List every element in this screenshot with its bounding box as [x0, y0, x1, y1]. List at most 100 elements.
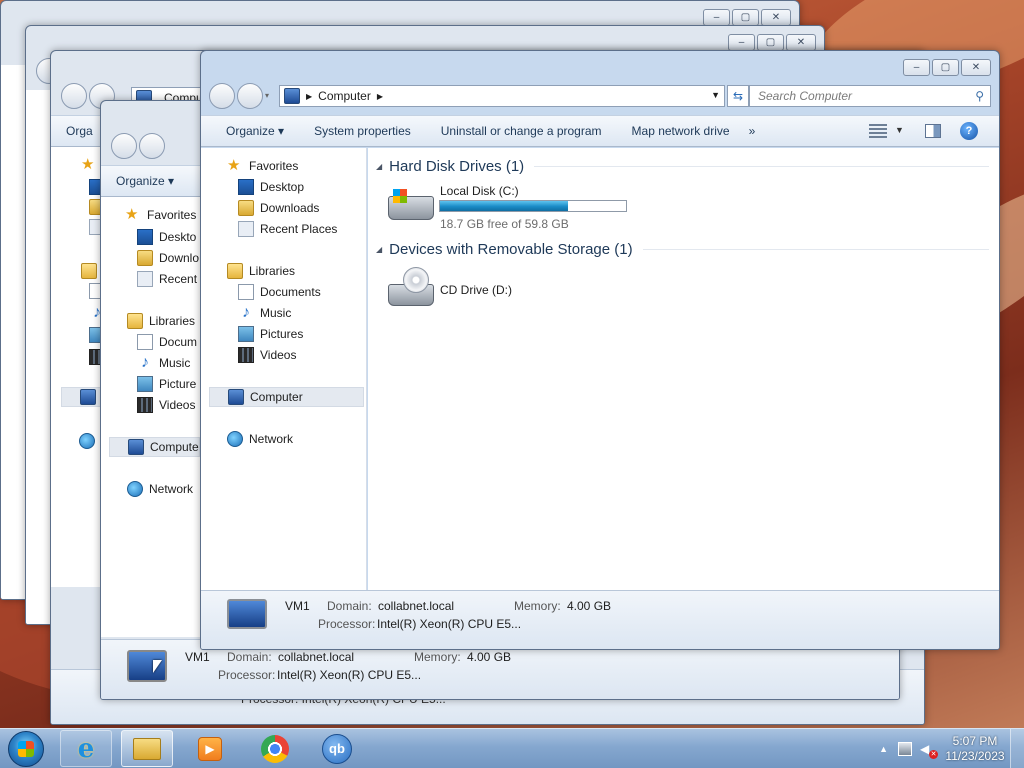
nav-label: Compute: [150, 440, 199, 454]
nav-favorites[interactable]: ★ Favorites: [125, 205, 200, 225]
nav-documents[interactable]: Docum: [137, 332, 200, 352]
libraries-icon: [227, 263, 243, 279]
minimize-button[interactable]: –: [728, 34, 755, 51]
nav-label: Downlo: [159, 251, 200, 265]
window-body: [26, 90, 51, 624]
help-icon[interactable]: ?: [960, 122, 978, 140]
start-button[interactable]: [8, 731, 44, 767]
nav-network[interactable]: Network: [227, 429, 366, 449]
computer-icon: [284, 88, 300, 104]
maximize-button[interactable]: ▢: [932, 59, 959, 76]
desktop-icon: [238, 179, 254, 195]
nav-recent[interactable]: Recent I: [137, 269, 200, 289]
collapse-arrow-icon: ◢: [376, 244, 383, 254]
nav-label: Picture: [159, 377, 197, 391]
content-area: ◢ Hard Disk Drives (1) Local Disk (C:) 1…: [368, 148, 999, 590]
volume-muted-icon[interactable]: ◀ ✕: [920, 742, 938, 759]
group-header-hdd[interactable]: ◢ Hard Disk Drives (1): [376, 156, 989, 176]
back-button[interactable]: [111, 133, 137, 159]
nav-pictures[interactable]: Pictures: [238, 324, 366, 344]
nav-videos[interactable]: Videos: [238, 345, 366, 365]
explorer-window[interactable]: – ▢ ✕ ▾ ▶ Computer ▶ ▼ ⇆ Search Computer…: [200, 50, 1000, 650]
refresh-button[interactable]: ⇆: [727, 85, 749, 107]
taskbar-qbittorrent[interactable]: qb: [311, 730, 363, 767]
system-tray: ▲ ◀ ✕ 5:07 PM 11/23/2023: [879, 729, 1024, 768]
nav-downloads[interactable]: Downloads: [238, 198, 366, 218]
organize-button[interactable]: Organize ▾: [201, 124, 299, 138]
nav-desktop[interactable]: Deskto: [137, 227, 200, 247]
nav-music[interactable]: ♪ Music: [238, 303, 366, 323]
back-button[interactable]: [209, 83, 235, 109]
minimize-button[interactable]: –: [703, 9, 730, 26]
nav-recent-places[interactable]: Recent Places: [238, 219, 366, 239]
nav-documents[interactable]: Documents: [238, 282, 366, 302]
drive-c[interactable]: Local Disk (C:) 18.7 GB free of 59.8 GB: [386, 180, 636, 231]
nav-music[interactable]: ♪ Music: [137, 353, 200, 373]
nav-pictures[interactable]: Picture: [137, 374, 200, 394]
command-bar: Organize ▾ System properties Uninstall o…: [201, 115, 999, 147]
drive-d[interactable]: CD Drive (D:): [386, 264, 636, 314]
maximize-button[interactable]: ▢: [757, 34, 784, 51]
maximize-button[interactable]: ▢: [732, 9, 759, 26]
address-bar[interactable]: ▶ Computer ▶ ▼: [279, 85, 725, 107]
nav-desktop[interactable]: Desktop: [238, 177, 366, 197]
cd-disc-icon: [403, 267, 429, 293]
clock-date: 11/23/2023: [945, 749, 1005, 763]
forward-button[interactable]: [237, 83, 263, 109]
back-button[interactable]: [61, 83, 87, 109]
nav-label: Libraries: [249, 264, 296, 278]
search-input[interactable]: Search Computer ⚲: [749, 85, 991, 107]
uninstall-program-button[interactable]: Uninstall or change a program: [426, 124, 617, 138]
breadcrumb-arrow-icon: ▶: [376, 91, 383, 101]
group-title: Devices with Removable Storage (1): [389, 240, 633, 258]
network-icon: [79, 433, 95, 449]
nav-label: Docum: [159, 335, 198, 349]
clock[interactable]: 5:07 PM 11/23/2023: [940, 734, 1010, 764]
nav-downloads[interactable]: Downlo: [137, 248, 200, 268]
group-title: Hard Disk Drives (1): [389, 157, 525, 175]
documents-icon: [137, 334, 153, 350]
recent-pages-dropdown[interactable]: ▾: [265, 91, 269, 100]
nav-libraries[interactable]: Libraries: [227, 261, 366, 281]
show-hidden-icons-button[interactable]: ▲: [879, 744, 888, 754]
nav-network[interactable]: Network: [127, 479, 200, 499]
taskbar-media-player[interactable]: ▶: [184, 730, 236, 767]
change-view-icon[interactable]: [869, 124, 887, 138]
taskbar-chrome[interactable]: [249, 730, 301, 767]
nav-libraries[interactable]: Libraries: [127, 311, 200, 331]
nav-favorites[interactable]: ★ Favorites: [227, 156, 366, 176]
music-icon: ♪: [242, 304, 250, 321]
nav-computer[interactable]: Compute: [109, 437, 200, 457]
address-dropdown-icon[interactable]: ▼: [711, 90, 720, 100]
minimize-button[interactable]: –: [903, 59, 930, 76]
folder-icon: [238, 200, 254, 216]
network-tray-icon[interactable]: [898, 742, 912, 756]
nav-label: Network: [249, 432, 294, 446]
taskbar-windows-explorer[interactable]: [121, 730, 173, 767]
close-button[interactable]: ✕: [786, 34, 816, 51]
forward-button[interactable]: [139, 133, 165, 159]
videos-icon: [137, 397, 153, 413]
nav-label: Videos: [159, 398, 196, 412]
taskbar-internet-explorer[interactable]: e: [60, 730, 112, 767]
nav-label: Downloads: [260, 201, 320, 215]
nav-computer[interactable]: Computer: [209, 387, 364, 407]
pictures-icon: [137, 376, 153, 392]
group-header-removable[interactable]: ◢ Devices with Removable Storage (1): [376, 239, 989, 259]
close-button[interactable]: ✕: [761, 9, 791, 26]
close-button[interactable]: ✕: [961, 59, 991, 76]
desktop: – ▢ ✕ – ▢ ✕ – ▢ ✕ Computer Orga ★: [0, 0, 1024, 728]
more-commands-button[interactable]: »: [745, 124, 760, 138]
window-body: [1, 65, 26, 599]
view-dropdown-icon[interactable]: ▼: [895, 125, 904, 135]
preview-pane-icon[interactable]: [925, 124, 941, 138]
map-network-drive-button[interactable]: Map network drive: [617, 124, 745, 138]
nav-label: Documents: [260, 285, 321, 299]
nav-videos[interactable]: Videos: [137, 395, 200, 415]
capacity-bar-fill: [440, 201, 568, 211]
system-properties-button[interactable]: System properties: [299, 124, 426, 138]
organize-button[interactable]: Organize ▾: [101, 174, 189, 188]
documents-icon: [238, 284, 254, 300]
show-desktop-button[interactable]: [1010, 729, 1024, 768]
window-controls: – ▢ ✕: [903, 59, 991, 76]
